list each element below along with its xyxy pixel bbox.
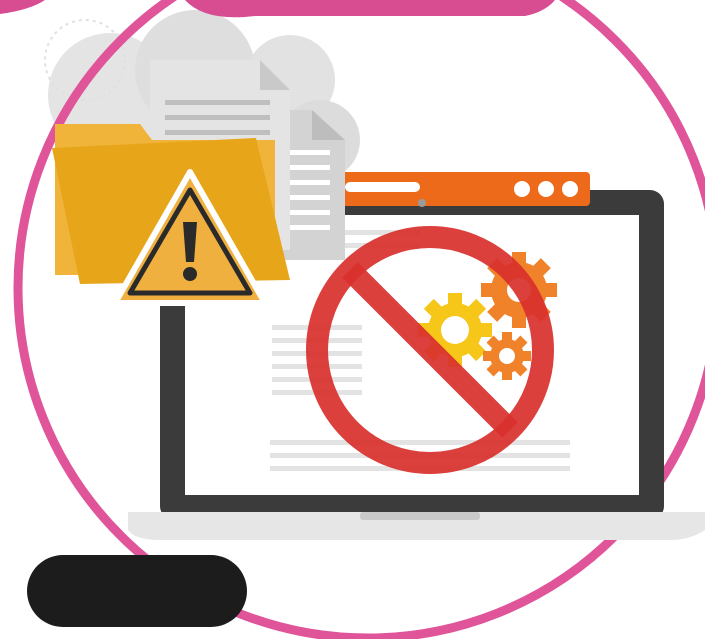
window-dot-2 (538, 181, 554, 197)
window-dot-3 (562, 181, 578, 197)
data-error-illustration (0, 0, 705, 639)
black-pill-shape (27, 555, 247, 627)
window-dot-1 (514, 181, 530, 197)
